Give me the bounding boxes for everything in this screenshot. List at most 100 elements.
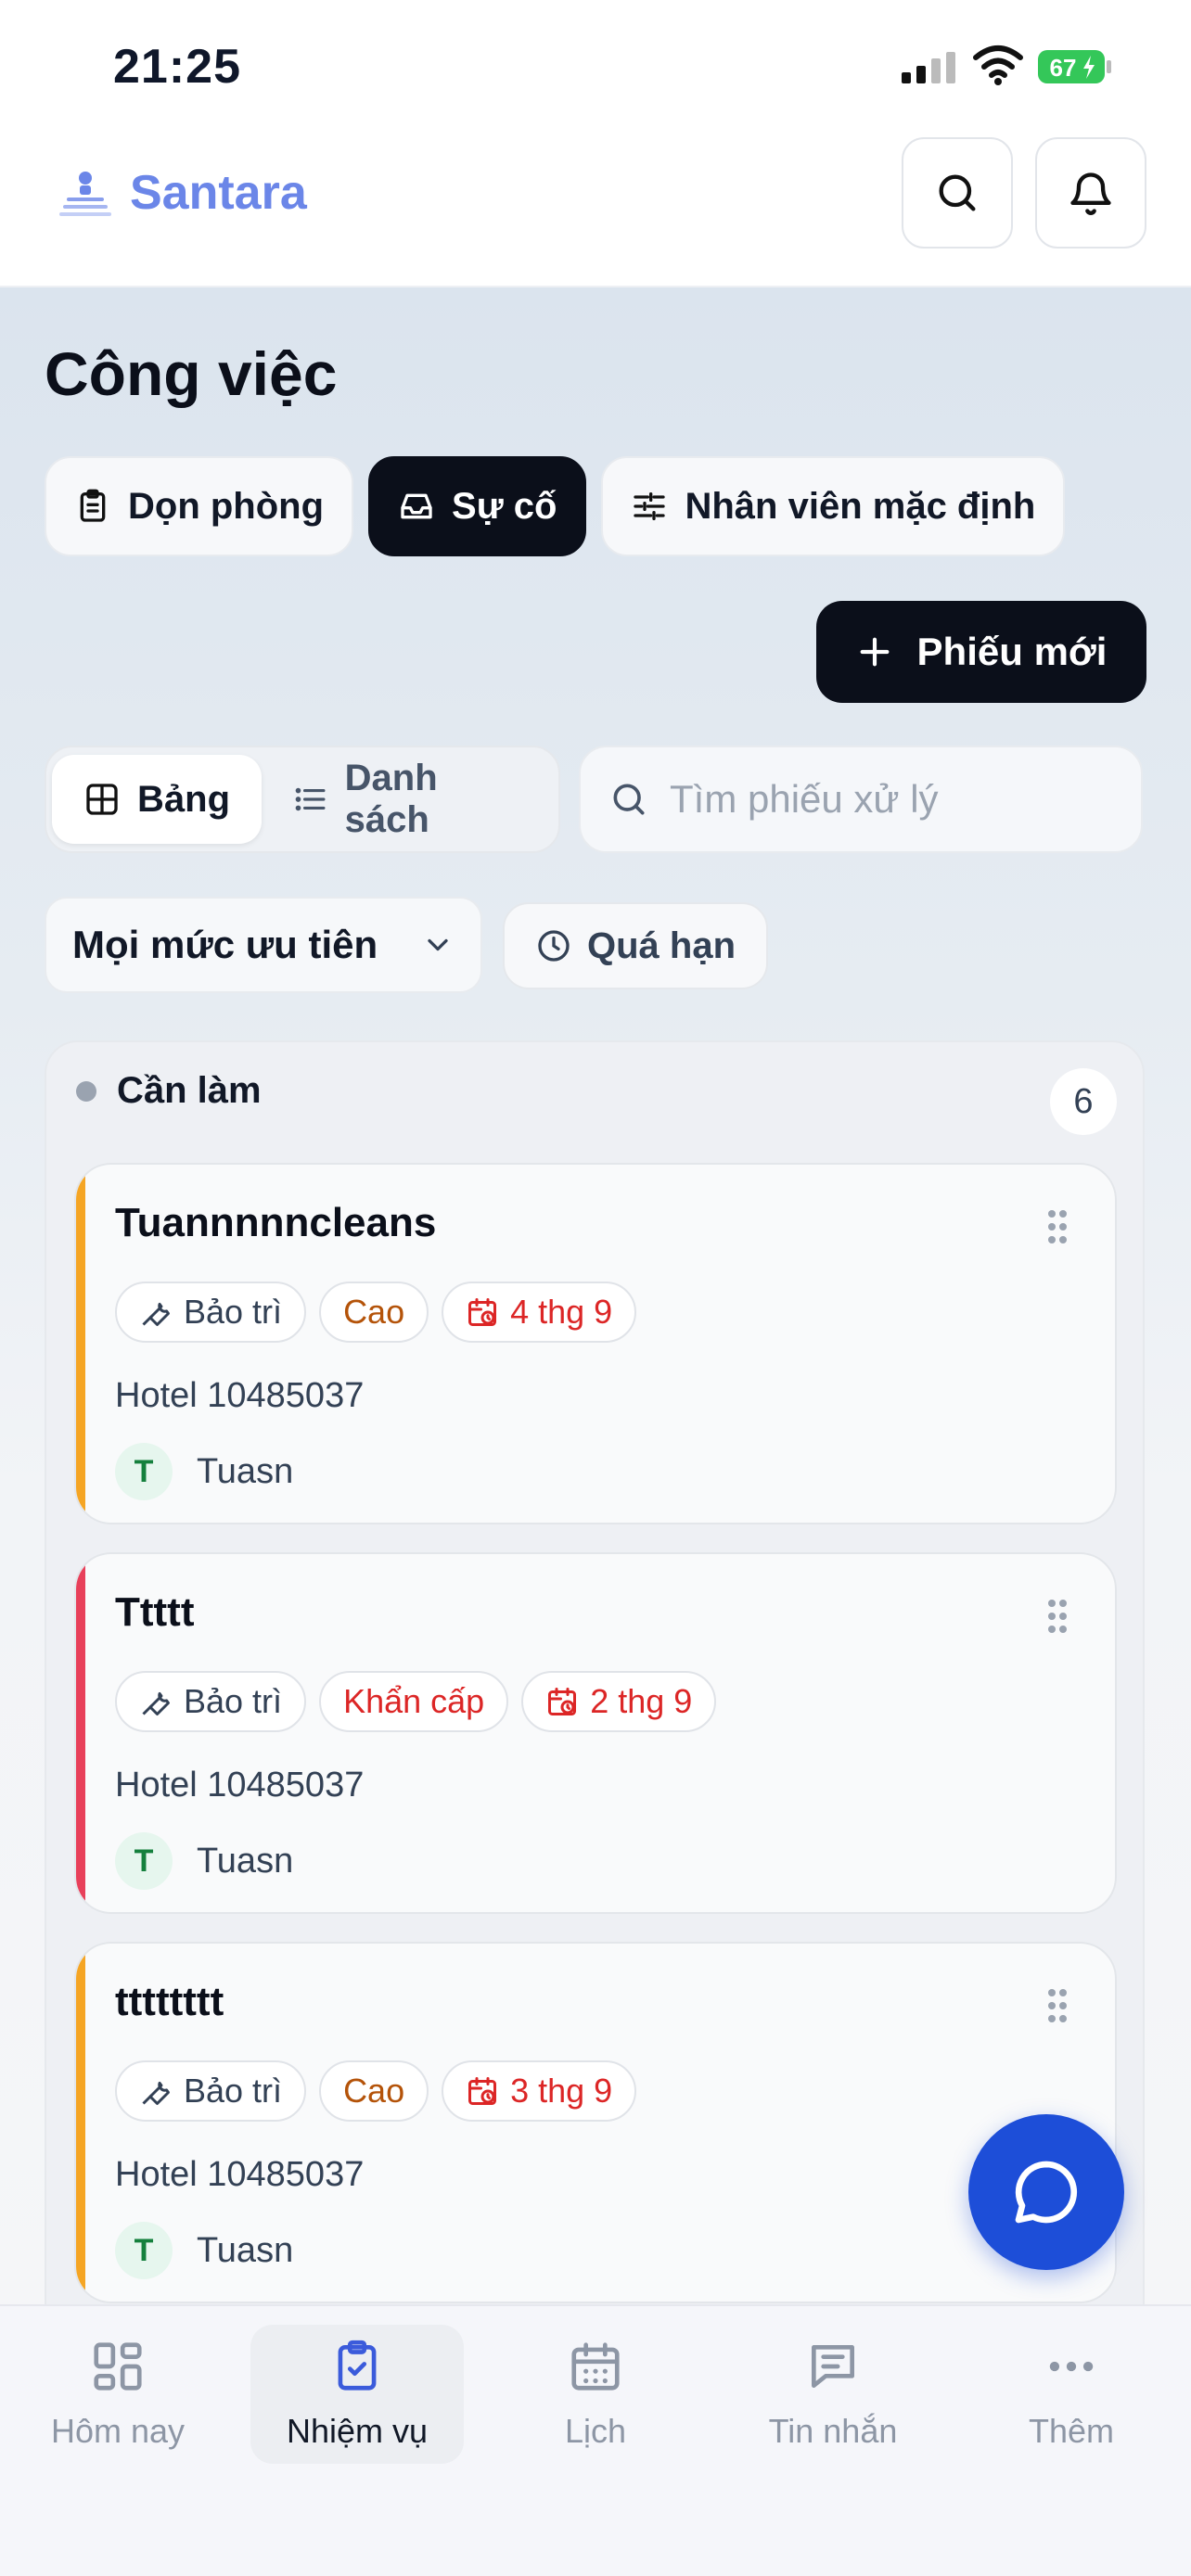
wrench-icon xyxy=(142,1302,170,1326)
page-title: Công việc xyxy=(45,339,338,408)
column-count-badge: 6 xyxy=(1050,1068,1117,1135)
ticket-search[interactable] xyxy=(579,746,1143,853)
calendar-clock-icon xyxy=(468,2077,497,2105)
calendar-clock-icon xyxy=(468,1298,497,1326)
view-board-option[interactable]: Bảng xyxy=(52,755,262,844)
search-icon xyxy=(613,784,645,815)
wifi-icon xyxy=(973,45,1023,85)
ticket-search-input[interactable] xyxy=(670,777,1096,822)
overdue-filter-button[interactable]: Quá hạn xyxy=(503,902,768,989)
category-tabs: Dọn phòng Sự cố Nhân viên mặc định xyxy=(45,456,1066,556)
drag-handle-icon[interactable] xyxy=(1046,1597,1069,1636)
hotel-label: Hotel 10485037 xyxy=(115,1766,365,1804)
priority-filter-value: Mọi mức ưu tiên xyxy=(72,923,378,966)
ticket-chips: Bảo trì Khẩn cấp 2 thg 9 xyxy=(115,1671,717,1732)
nav-more[interactable]: Thêm xyxy=(965,2325,1178,2464)
hotel-label: Hotel 10485037 xyxy=(115,1376,365,1415)
clipboard-icon xyxy=(80,489,106,522)
more-icon xyxy=(1049,2361,1094,2372)
priority-filter[interactable]: Mọi mức ưu tiên xyxy=(45,897,482,993)
tab-label: Nhân viên mặc định xyxy=(685,485,1036,527)
priority-chip: Cao xyxy=(319,1282,429,1343)
assignee-name: Tuasn xyxy=(197,1451,294,1491)
view-list-option[interactable]: Danh sách xyxy=(262,755,553,844)
plus-icon xyxy=(860,637,889,667)
brand-logo-icon xyxy=(59,172,111,216)
brand[interactable]: Santara xyxy=(59,165,307,221)
app-header: Santara xyxy=(0,137,1191,287)
sliders-icon xyxy=(634,492,666,520)
column-header: Cần làm xyxy=(76,1070,262,1112)
kanban-column-todo: Cần làm 6 Tuannnnncleans Bảo trì Cao 4 t… xyxy=(45,1040,1145,2304)
cellular-signal-icon xyxy=(902,52,955,83)
board-grid-icon xyxy=(86,784,118,815)
drag-handle-icon[interactable] xyxy=(1046,1207,1069,1246)
search-button[interactable] xyxy=(902,137,1013,249)
column-title: Cần làm xyxy=(117,1070,262,1111)
ticket-card[interactable]: Tuannnnncleans Bảo trì Cao 4 thg 9 Hotel… xyxy=(74,1163,1117,1524)
priority-chip: Cao xyxy=(319,2060,429,2122)
tab-housekeeping[interactable]: Dọn phòng xyxy=(45,456,354,556)
calendar-icon xyxy=(571,2342,620,2391)
status-dot xyxy=(76,1080,96,1102)
clipboard-check-icon xyxy=(338,2340,377,2391)
drag-handle-icon[interactable] xyxy=(1046,1986,1069,2025)
assignee-name: Tuasn xyxy=(197,1841,294,1881)
category-label: Bảo trì xyxy=(184,1682,283,1720)
assignee: T Tuasn xyxy=(115,1832,293,1890)
new-ticket-button[interactable]: Phiếu mới xyxy=(816,601,1146,703)
main-content: Công việc Dọn phòng Sự cố Nhân viên mặc … xyxy=(0,287,1191,2304)
notifications-button[interactable] xyxy=(1035,137,1146,249)
ticket-chips: Bảo trì Cao 4 thg 9 xyxy=(115,1282,637,1343)
ticket-card[interactable]: tttttttt Bảo trì Cao 3 thg 9 Hotel 10485… xyxy=(74,1942,1117,2303)
chat-bubble-icon xyxy=(1015,2161,1078,2224)
nav-label: Lịch xyxy=(564,2412,627,2450)
tab-default-staff[interactable]: Nhân viên mặc định xyxy=(601,456,1066,556)
status-time: 21:25 xyxy=(113,40,241,94)
category-chip: Bảo trì xyxy=(115,2060,307,2122)
bell-icon xyxy=(1070,172,1111,215)
message-icon xyxy=(812,2345,854,2388)
tab-incidents[interactable]: Sự cố xyxy=(368,456,587,556)
ticket-card[interactable]: Ttttt Bảo trì Khẩn cấp 2 thg 9 Hotel 104… xyxy=(74,1552,1117,1914)
ticket-title: Tuannnnncleans xyxy=(115,1200,437,1245)
assignee: T Tuasn xyxy=(115,2222,293,2279)
avatar: T xyxy=(115,1832,173,1890)
category-chip: Bảo trì xyxy=(115,1671,307,1732)
ticket-chips: Bảo trì Cao 3 thg 9 xyxy=(115,2060,637,2122)
due-date-label: 4 thg 9 xyxy=(510,1293,613,1331)
ticket-title: Ttttt xyxy=(115,1589,195,1635)
ticket-title: tttttttt xyxy=(115,1979,224,2024)
status-bar: 21:25 67 xyxy=(0,0,1191,139)
category-label: Bảo trì xyxy=(184,1293,283,1331)
nav-tasks[interactable]: Nhiệm vụ xyxy=(250,2325,464,2464)
calendar-clock-icon xyxy=(548,1688,577,1715)
nav-label: Hôm nay xyxy=(50,2412,186,2450)
due-date-chip: 2 thg 9 xyxy=(521,1671,717,1732)
assignee-name: Tuasn xyxy=(197,2230,294,2270)
nav-today[interactable]: Hôm nay xyxy=(11,2325,224,2464)
priority-chip: Khẩn cấp xyxy=(319,1671,509,1732)
overdue-label: Quá hạn xyxy=(586,925,736,966)
wrench-icon xyxy=(142,2081,170,2105)
view-toggle: Bảng Danh sách xyxy=(45,746,560,853)
clock-icon xyxy=(538,930,570,962)
nav-messages[interactable]: Tin nhắn xyxy=(726,2325,940,2464)
assignee: T Tuasn xyxy=(115,1443,293,1500)
chat-fab-button[interactable] xyxy=(968,2114,1124,2270)
due-date-chip: 3 thg 9 xyxy=(442,2060,637,2122)
hotel-label: Hotel 10485037 xyxy=(115,2155,365,2194)
battery-icon: 67 xyxy=(1037,48,1113,85)
due-date-chip: 4 thg 9 xyxy=(442,1282,637,1343)
category-label: Bảo trì xyxy=(184,2072,283,2110)
view-list-label: Danh sách xyxy=(344,758,438,840)
nav-calendar[interactable]: Lịch xyxy=(489,2325,702,2464)
grid-icon xyxy=(94,2342,142,2391)
nav-label: Tin nhắn xyxy=(768,2412,898,2450)
brand-name: Santara xyxy=(130,166,307,220)
inbox-icon xyxy=(401,493,432,519)
battery-level: 67 xyxy=(1050,54,1077,82)
search-icon xyxy=(939,174,976,211)
tab-label: Sự cố xyxy=(452,485,557,527)
avatar: T xyxy=(115,2222,173,2279)
